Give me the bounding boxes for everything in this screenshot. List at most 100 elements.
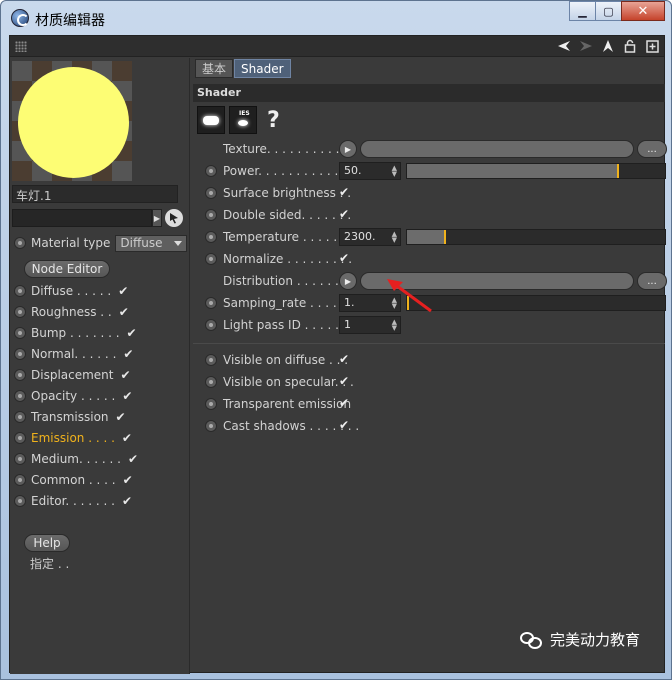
cast-shadows-radio[interactable] [205, 420, 217, 432]
texture-label: Texture. . . . . . . . . . . . [223, 142, 355, 156]
temperature-slider[interactable] [406, 229, 666, 245]
normalize-label: Normalize . . . . . . . . . [223, 252, 353, 266]
help-question-icon[interactable]: ? [267, 108, 280, 133]
temperature-radio[interactable] [205, 231, 217, 243]
double-sided-checkbox[interactable]: ✔ [339, 207, 349, 221]
new-window-icon[interactable] [644, 38, 660, 54]
material-type-select[interactable]: Diffuse [115, 234, 188, 252]
close-button[interactable]: ✕ [621, 1, 665, 21]
surface-brightness-radio[interactable] [205, 187, 217, 199]
temperature-input[interactable]: 2300. ▲ ▼ [339, 228, 401, 246]
distribution-link-button[interactable]: ▶ [339, 272, 357, 290]
samping-rate-slider[interactable] [406, 295, 666, 311]
channel-checkbox[interactable]: ✔ [128, 452, 138, 466]
channel-radio[interactable] [14, 410, 26, 423]
up-arrow-icon[interactable] [600, 38, 616, 54]
channel-item[interactable]: Emission . . . . ✔ [14, 427, 138, 448]
visible-diffuse-checkbox[interactable]: ✔ [339, 352, 349, 366]
channel-radio[interactable] [14, 389, 26, 402]
forward-arrow-icon[interactable] [578, 38, 594, 54]
shader-type-icons: IES ? [197, 106, 280, 134]
channel-item[interactable]: Editor. . . . . . . ✔ [14, 490, 138, 511]
texture-browse-button[interactable]: ... [637, 140, 667, 158]
normalize-radio[interactable] [205, 253, 217, 265]
left-pane: 车灯.1 ▶ Material type Diffuse Node Editor… [10, 58, 190, 674]
tab-basic[interactable]: 基本 [195, 59, 234, 78]
channel-label: Editor. . . . . . . [31, 493, 115, 508]
channel-item[interactable]: Bump . . . . . . . ✔ [14, 322, 138, 343]
normalize-checkbox[interactable]: ✔ [339, 251, 349, 265]
channel-checkbox[interactable]: ✔ [121, 368, 131, 382]
channel-checkbox[interactable]: ✔ [122, 431, 132, 445]
double-sided-radio[interactable] [205, 209, 217, 221]
spinner-icon[interactable]: ▲ ▼ [392, 319, 397, 332]
surface-brightness-checkbox[interactable]: ✔ [339, 185, 349, 199]
channel-checkbox[interactable]: ✔ [119, 305, 129, 319]
channel-radio[interactable] [14, 473, 26, 486]
channel-item[interactable]: Transmission ✔ [14, 406, 138, 427]
tab-shader[interactable]: Shader [234, 59, 291, 78]
maximize-button[interactable]: ▢ [595, 1, 622, 21]
power-slider[interactable] [406, 163, 666, 179]
light-pass-id-input[interactable]: 1 ▲ ▼ [339, 316, 401, 334]
back-arrow-icon[interactable] [556, 38, 572, 54]
area-light-icon[interactable] [197, 106, 225, 134]
light-pass-id-radio[interactable] [205, 319, 217, 331]
channel-radio[interactable] [14, 368, 26, 381]
channel-label: Transmission [31, 409, 109, 424]
distribution-browse-button[interactable]: ... [637, 272, 667, 290]
power-radio[interactable] [205, 165, 217, 177]
visible-specular-checkbox[interactable]: ✔ [339, 374, 349, 388]
channel-radio[interactable] [14, 452, 26, 465]
transparent-emission-checkbox[interactable]: ✔ [339, 396, 349, 410]
channel-radio[interactable] [14, 431, 26, 444]
help-button[interactable]: Help [24, 534, 70, 552]
channel-radio[interactable] [14, 305, 26, 318]
double-sided-label: Double sided. . . . . . . [223, 208, 352, 222]
channel-checkbox[interactable]: ✔ [116, 410, 126, 424]
assign-label: 指定 . . [30, 557, 70, 571]
lock-icon[interactable] [622, 38, 638, 54]
channel-label: Diffuse . . . . . [31, 283, 112, 298]
channel-item[interactable]: Opacity . . . . . ✔ [14, 385, 138, 406]
cast-shadows-checkbox[interactable]: ✔ [339, 418, 349, 432]
channel-checkbox[interactable]: ✔ [122, 494, 132, 508]
samping-rate-radio[interactable] [205, 297, 217, 309]
channel-item[interactable]: Normal. . . . . . ✔ [14, 343, 138, 364]
channel-label: Emission . . . . [31, 430, 115, 445]
pick-cursor-icon[interactable] [165, 209, 183, 227]
texture-link-button[interactable]: ▶ [339, 140, 357, 158]
channel-radio[interactable] [14, 494, 26, 507]
channel-checkbox[interactable]: ✔ [122, 389, 132, 403]
visible-specular-radio[interactable] [205, 376, 217, 388]
window-controls: ▁ ▢ ✕ [569, 1, 665, 23]
channel-checkbox[interactable]: ✔ [127, 326, 137, 340]
spinner-icon[interactable]: ▲ ▼ [392, 231, 397, 244]
grip-icon[interactable] [15, 41, 27, 52]
channel-item[interactable]: Common . . . . ✔ [14, 469, 138, 490]
power-input[interactable]: 50. ▲ ▼ [339, 162, 401, 180]
visible-diffuse-radio[interactable] [205, 354, 217, 366]
channel-checkbox[interactable]: ✔ [123, 473, 133, 487]
channel-checkbox[interactable]: ✔ [118, 284, 128, 298]
channel-checkbox[interactable]: ✔ [123, 347, 133, 361]
node-editor-button[interactable]: Node Editor [24, 260, 110, 278]
channel-radio[interactable] [14, 284, 26, 297]
channel-item[interactable]: Displacement ✔ [14, 364, 138, 385]
transparent-emission-radio[interactable] [205, 398, 217, 410]
material-type-radio[interactable] [14, 237, 26, 249]
texture-slot[interactable] [360, 140, 634, 158]
spinner-icon[interactable]: ▲ ▼ [392, 165, 397, 178]
channel-item[interactable]: Diffuse . . . . . ✔ [14, 280, 138, 301]
channel-radio[interactable] [14, 347, 26, 360]
material-name-field[interactable]: 车灯.1 [12, 185, 178, 203]
title-bar[interactable]: 材质编辑器 ▁ ▢ ✕ [1, 1, 671, 35]
channel-radio[interactable] [14, 326, 26, 339]
material-link-field[interactable] [12, 209, 152, 227]
channel-item[interactable]: Medium. . . . . . ✔ [14, 448, 138, 469]
ies-light-icon[interactable]: IES [229, 106, 257, 134]
minimize-button[interactable]: ▁ [569, 1, 596, 21]
link-arrow-icon[interactable]: ▶ [152, 209, 162, 227]
material-preview[interactable] [12, 61, 132, 181]
channel-item[interactable]: Roughness . . ✔ [14, 301, 138, 322]
